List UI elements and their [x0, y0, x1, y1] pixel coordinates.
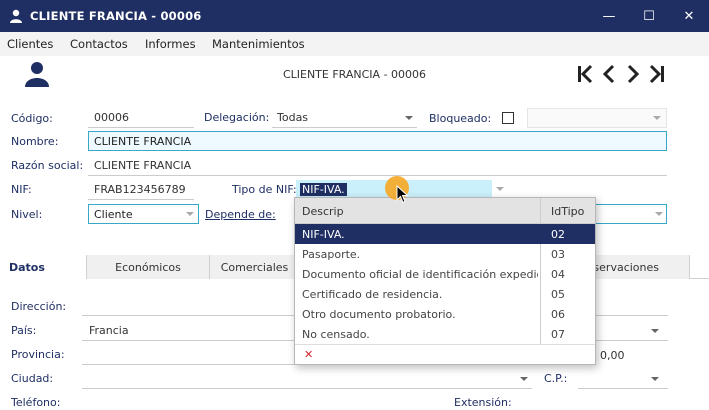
item-descrip: Documento oficial de identificación expe…	[302, 268, 538, 281]
item-id: 05	[551, 288, 565, 301]
extension-label: Extensión:	[454, 396, 512, 409]
close-button[interactable]: ✕	[669, 0, 709, 32]
cp-field[interactable]	[578, 388, 668, 389]
list-item[interactable]: Pasaporte. 03	[295, 244, 595, 264]
chevron-down-icon[interactable]	[651, 329, 659, 333]
menu-mantenimientos[interactable]: Mantenimientos	[212, 37, 305, 51]
minimize-icon: —	[602, 8, 616, 24]
minimize-button[interactable]: —	[589, 0, 629, 32]
item-descrip: NIF-IVA.	[302, 228, 345, 241]
razon-underline	[88, 175, 667, 176]
list-item[interactable]: NIF-IVA. 02	[295, 224, 595, 244]
tab-comerciales-label: Comerciales	[220, 260, 289, 274]
user-icon	[10, 9, 22, 23]
nivel-label: Nivel:	[11, 208, 43, 221]
codigo-underline	[88, 127, 194, 128]
delegacion-select[interactable]: Todas	[277, 111, 308, 124]
list-item[interactable]: Documento oficial de identificación expe…	[295, 264, 595, 284]
maximize-button[interactable]: ☐	[629, 0, 669, 32]
nif-label: NIF:	[11, 183, 32, 196]
menu-informes[interactable]: Informes	[145, 37, 196, 51]
last-record-icon[interactable]	[648, 63, 666, 85]
chevron-down-icon[interactable]	[496, 187, 504, 191]
footer-divider	[295, 344, 595, 345]
nombre-label: Nombre:	[11, 135, 59, 148]
nif-underline	[88, 199, 194, 200]
item-id: 02	[551, 228, 565, 241]
list-item[interactable]: No censado. 07	[295, 324, 595, 344]
ciudad-label: Ciudad:	[11, 372, 54, 385]
nif-field[interactable]: FRAB123456789	[94, 183, 186, 196]
item-descrip: Pasaporte.	[302, 248, 361, 261]
tab-datos-label: Datos	[9, 260, 45, 274]
chevron-down-icon[interactable]	[651, 377, 659, 381]
cp-label: C.P.:	[544, 372, 568, 385]
tab-economicos[interactable]: Económicos	[87, 255, 210, 279]
bloqueado-checkbox[interactable]	[502, 112, 514, 124]
nombre-field[interactable]: CLIENTE FRANCIA	[88, 131, 667, 151]
razon-label: Razón social:	[11, 159, 84, 172]
window-title: CLIENTE FRANCIA - 00006	[30, 9, 202, 23]
menu-bar: Clientes Contactos Informes Mantenimient…	[0, 32, 709, 56]
item-id: 03	[551, 248, 565, 261]
item-id: 04	[551, 268, 565, 281]
amount-field[interactable]: 0,00	[600, 349, 625, 362]
col-idtipo-header[interactable]: IdTipo	[551, 205, 584, 218]
delegacion-label: Delegación:	[204, 111, 270, 124]
provincia-label: Provincia:	[11, 348, 65, 361]
previous-record-icon[interactable]	[600, 63, 618, 85]
tab-economicos-label: Económicos	[115, 260, 181, 274]
list-item[interactable]: Otro documento probatorio. 06	[295, 304, 595, 324]
record-navigation	[576, 63, 666, 85]
maximize-icon: ☐	[643, 8, 655, 24]
next-record-icon[interactable]	[624, 63, 642, 85]
chevron-down-icon[interactable]	[653, 116, 661, 120]
item-descrip: Otro documento probatorio.	[302, 308, 456, 321]
chevron-down-icon[interactable]	[655, 212, 663, 216]
tab-comerciales[interactable]: Comerciales	[210, 255, 300, 279]
nombre-value: CLIENTE FRANCIA	[94, 135, 192, 148]
clear-selection-icon[interactable]: ✕	[304, 348, 313, 361]
codigo-field[interactable]: 00006	[94, 111, 129, 124]
list-item[interactable]: Certificado de residencia. 05	[295, 284, 595, 304]
pais-label: País:	[11, 324, 37, 337]
chevron-down-icon[interactable]	[405, 116, 413, 120]
bloqueado-label: Bloqueado:	[429, 112, 492, 125]
delegacion-underline	[272, 127, 417, 128]
item-descrip: No censado.	[302, 328, 370, 341]
mouse-pointer-icon	[396, 185, 409, 204]
tab-datos[interactable]: Datos	[0, 255, 87, 279]
nivel-select[interactable]: Cliente	[88, 204, 199, 224]
close-icon: ✕	[683, 8, 695, 24]
col-descrip-header[interactable]: Descrip	[302, 205, 344, 218]
first-record-icon[interactable]	[576, 63, 594, 85]
item-id: 06	[551, 308, 565, 321]
nivel-value: Cliente	[94, 208, 133, 221]
tiponif-dropdown-list: Descrip IdTipo NIF-IVA. 02 Pasaporte. 03…	[294, 197, 596, 365]
menu-contactos[interactable]: Contactos	[70, 37, 128, 51]
razon-field[interactable]: CLIENTE FRANCIA	[94, 159, 191, 172]
chevron-down-icon[interactable]	[520, 377, 528, 381]
item-id: 07	[551, 328, 565, 341]
tiponif-label: Tipo de NIF:	[232, 183, 297, 196]
item-descrip: Certificado de residencia.	[302, 288, 443, 301]
menu-clientes[interactable]: Clientes	[7, 37, 53, 51]
chevron-down-icon[interactable]	[186, 212, 194, 216]
pais-select[interactable]: Francia	[89, 324, 129, 337]
bloqueado-reason-select[interactable]	[527, 108, 667, 128]
dropdown-header: Descrip IdTipo	[295, 198, 595, 224]
ciudad-field[interactable]	[82, 388, 532, 389]
codigo-label: Código:	[11, 112, 53, 125]
direccion-label: Dirección:	[11, 300, 67, 313]
depende-link[interactable]: Depende de:	[205, 208, 276, 221]
tiponif-value: NIF-IVA.	[300, 183, 347, 196]
telefono-label: Teléfono:	[11, 396, 61, 409]
